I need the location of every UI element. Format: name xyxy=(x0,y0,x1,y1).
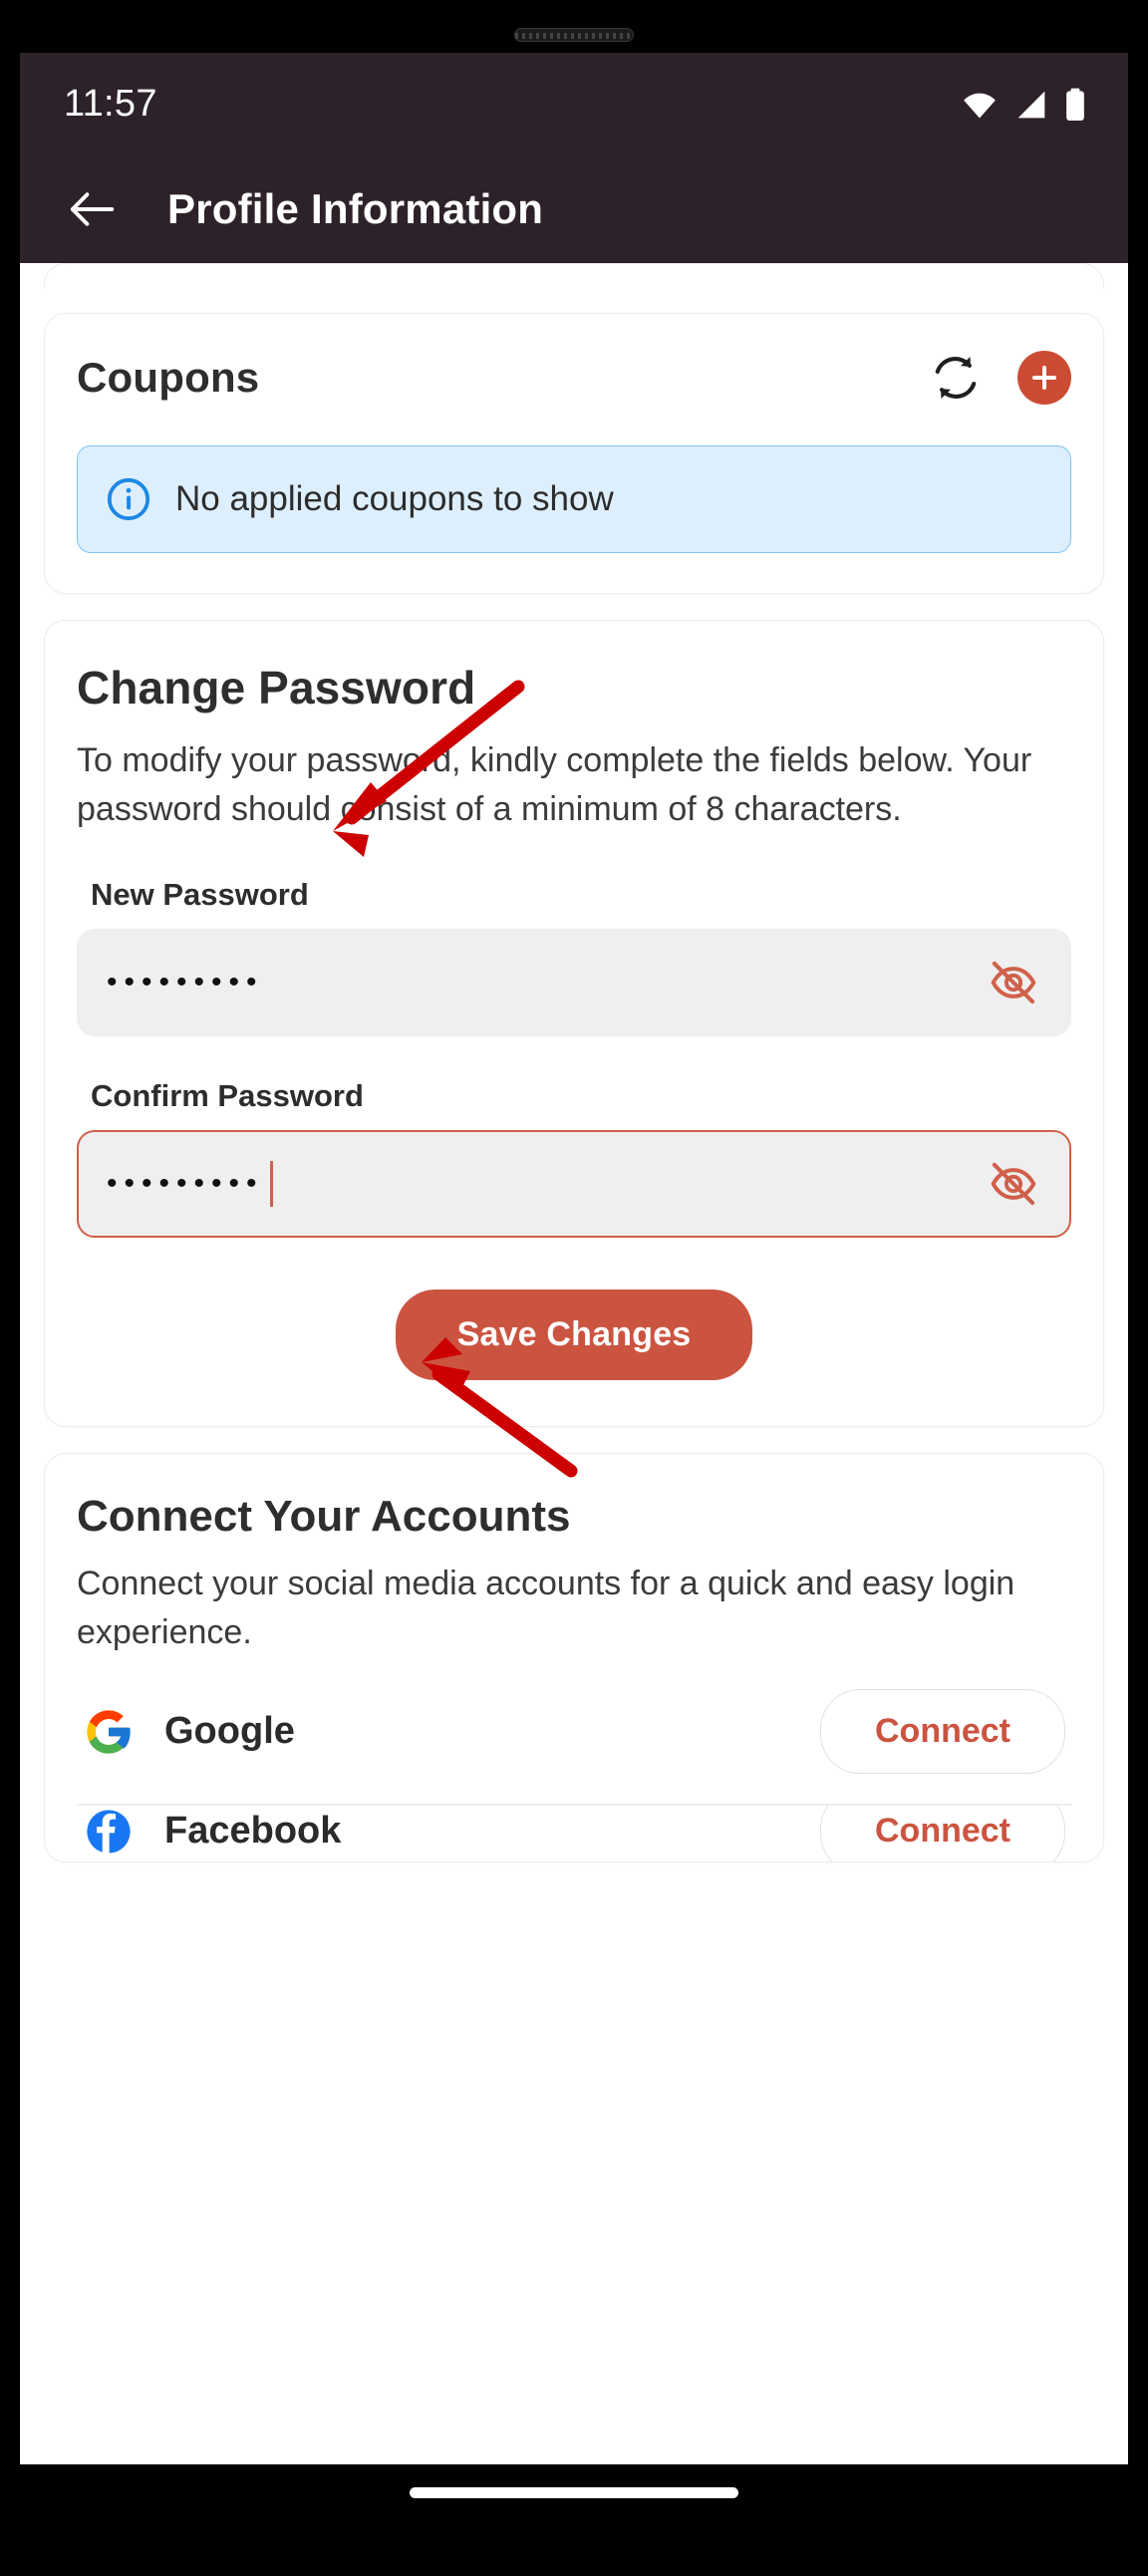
home-indicator[interactable] xyxy=(410,2486,738,2498)
scroll-content: Coupons No applied coupons to show Chang… xyxy=(20,263,1128,2467)
battery-icon xyxy=(1066,88,1084,121)
connect-accounts-title: Connect Your Accounts xyxy=(77,1491,571,1541)
status-bar: 11:57 xyxy=(20,53,1128,155)
eye-off-icon xyxy=(991,1162,1036,1205)
provider-name: Facebook xyxy=(164,1810,342,1853)
coupons-title: Coupons xyxy=(77,354,260,401)
eye-off-icon xyxy=(991,961,1036,1003)
provider-row-facebook: Facebook Connect xyxy=(77,1805,1071,1861)
back-button[interactable] xyxy=(64,181,120,237)
text-cursor xyxy=(269,1160,274,1207)
phone-device: 11:57 Profile Information Coupons No app… xyxy=(0,0,1148,2576)
provider-name: Google xyxy=(164,1710,295,1753)
connect-accounts-card: Connect Your Accounts Connect your socia… xyxy=(44,1452,1104,1862)
change-password-description: To modify your password, kindly complete… xyxy=(77,741,1032,829)
phone-screen: 11:57 Profile Information Coupons No app… xyxy=(20,53,1128,2467)
facebook-icon xyxy=(87,1810,131,1854)
coupons-empty-banner: No applied coupons to show xyxy=(77,445,1071,553)
connect-facebook-button[interactable]: Connect xyxy=(820,1805,1065,1861)
earpiece-speaker xyxy=(514,28,634,42)
save-button-row: Save Changes xyxy=(77,1288,1071,1380)
coupons-actions xyxy=(928,350,1071,406)
connect-accounts-description: Connect your social media accounts for a… xyxy=(77,1564,1015,1651)
coupons-card: Coupons No applied coupons to show xyxy=(44,313,1104,594)
save-changes-button[interactable]: Save Changes xyxy=(395,1288,753,1380)
plus-icon xyxy=(1032,366,1056,390)
google-icon xyxy=(87,1710,131,1754)
page-title: Profile Information xyxy=(167,185,544,232)
system-navigation-bar xyxy=(20,2464,1128,2520)
new-password-field[interactable]: ••••••••• xyxy=(77,928,1071,1036)
app-bar: Profile Information xyxy=(20,155,1128,263)
new-password-value: ••••••••• xyxy=(107,965,264,999)
connect-google-button[interactable]: Connect xyxy=(820,1689,1065,1775)
speaker-grille xyxy=(515,33,633,39)
confirm-password-value: ••••••••• xyxy=(107,1166,264,1200)
wifi-icon xyxy=(964,93,996,118)
provider-row-google: Google Connect xyxy=(77,1657,1071,1804)
provider-identity: Facebook xyxy=(83,1806,341,1858)
confirm-password-label: Confirm Password xyxy=(91,1077,364,1113)
status-clock: 11:57 xyxy=(64,83,157,125)
add-coupon-button[interactable] xyxy=(1017,351,1071,405)
confirm-password-field[interactable]: ••••••••• xyxy=(77,1129,1071,1238)
coupons-header: Coupons xyxy=(77,350,1071,406)
info-circle-icon xyxy=(107,477,150,521)
refresh-coupons-button[interactable] xyxy=(928,350,984,406)
previous-card-clipped xyxy=(44,263,1104,289)
change-password-card: Change Password To modify your password,… xyxy=(44,620,1104,1427)
arrow-left-icon xyxy=(70,192,115,226)
status-icon-group xyxy=(961,88,1086,122)
toggle-new-password-visibility-button[interactable] xyxy=(986,955,1041,1010)
refresh-icon xyxy=(935,356,977,400)
change-password-title: Change Password xyxy=(77,662,476,714)
provider-identity: Google xyxy=(83,1706,295,1758)
cellular-signal-icon xyxy=(1017,91,1045,118)
coupons-empty-text: No applied coupons to show xyxy=(175,479,614,518)
new-password-label: New Password xyxy=(91,876,309,912)
toggle-confirm-password-visibility-button[interactable] xyxy=(986,1156,1041,1212)
